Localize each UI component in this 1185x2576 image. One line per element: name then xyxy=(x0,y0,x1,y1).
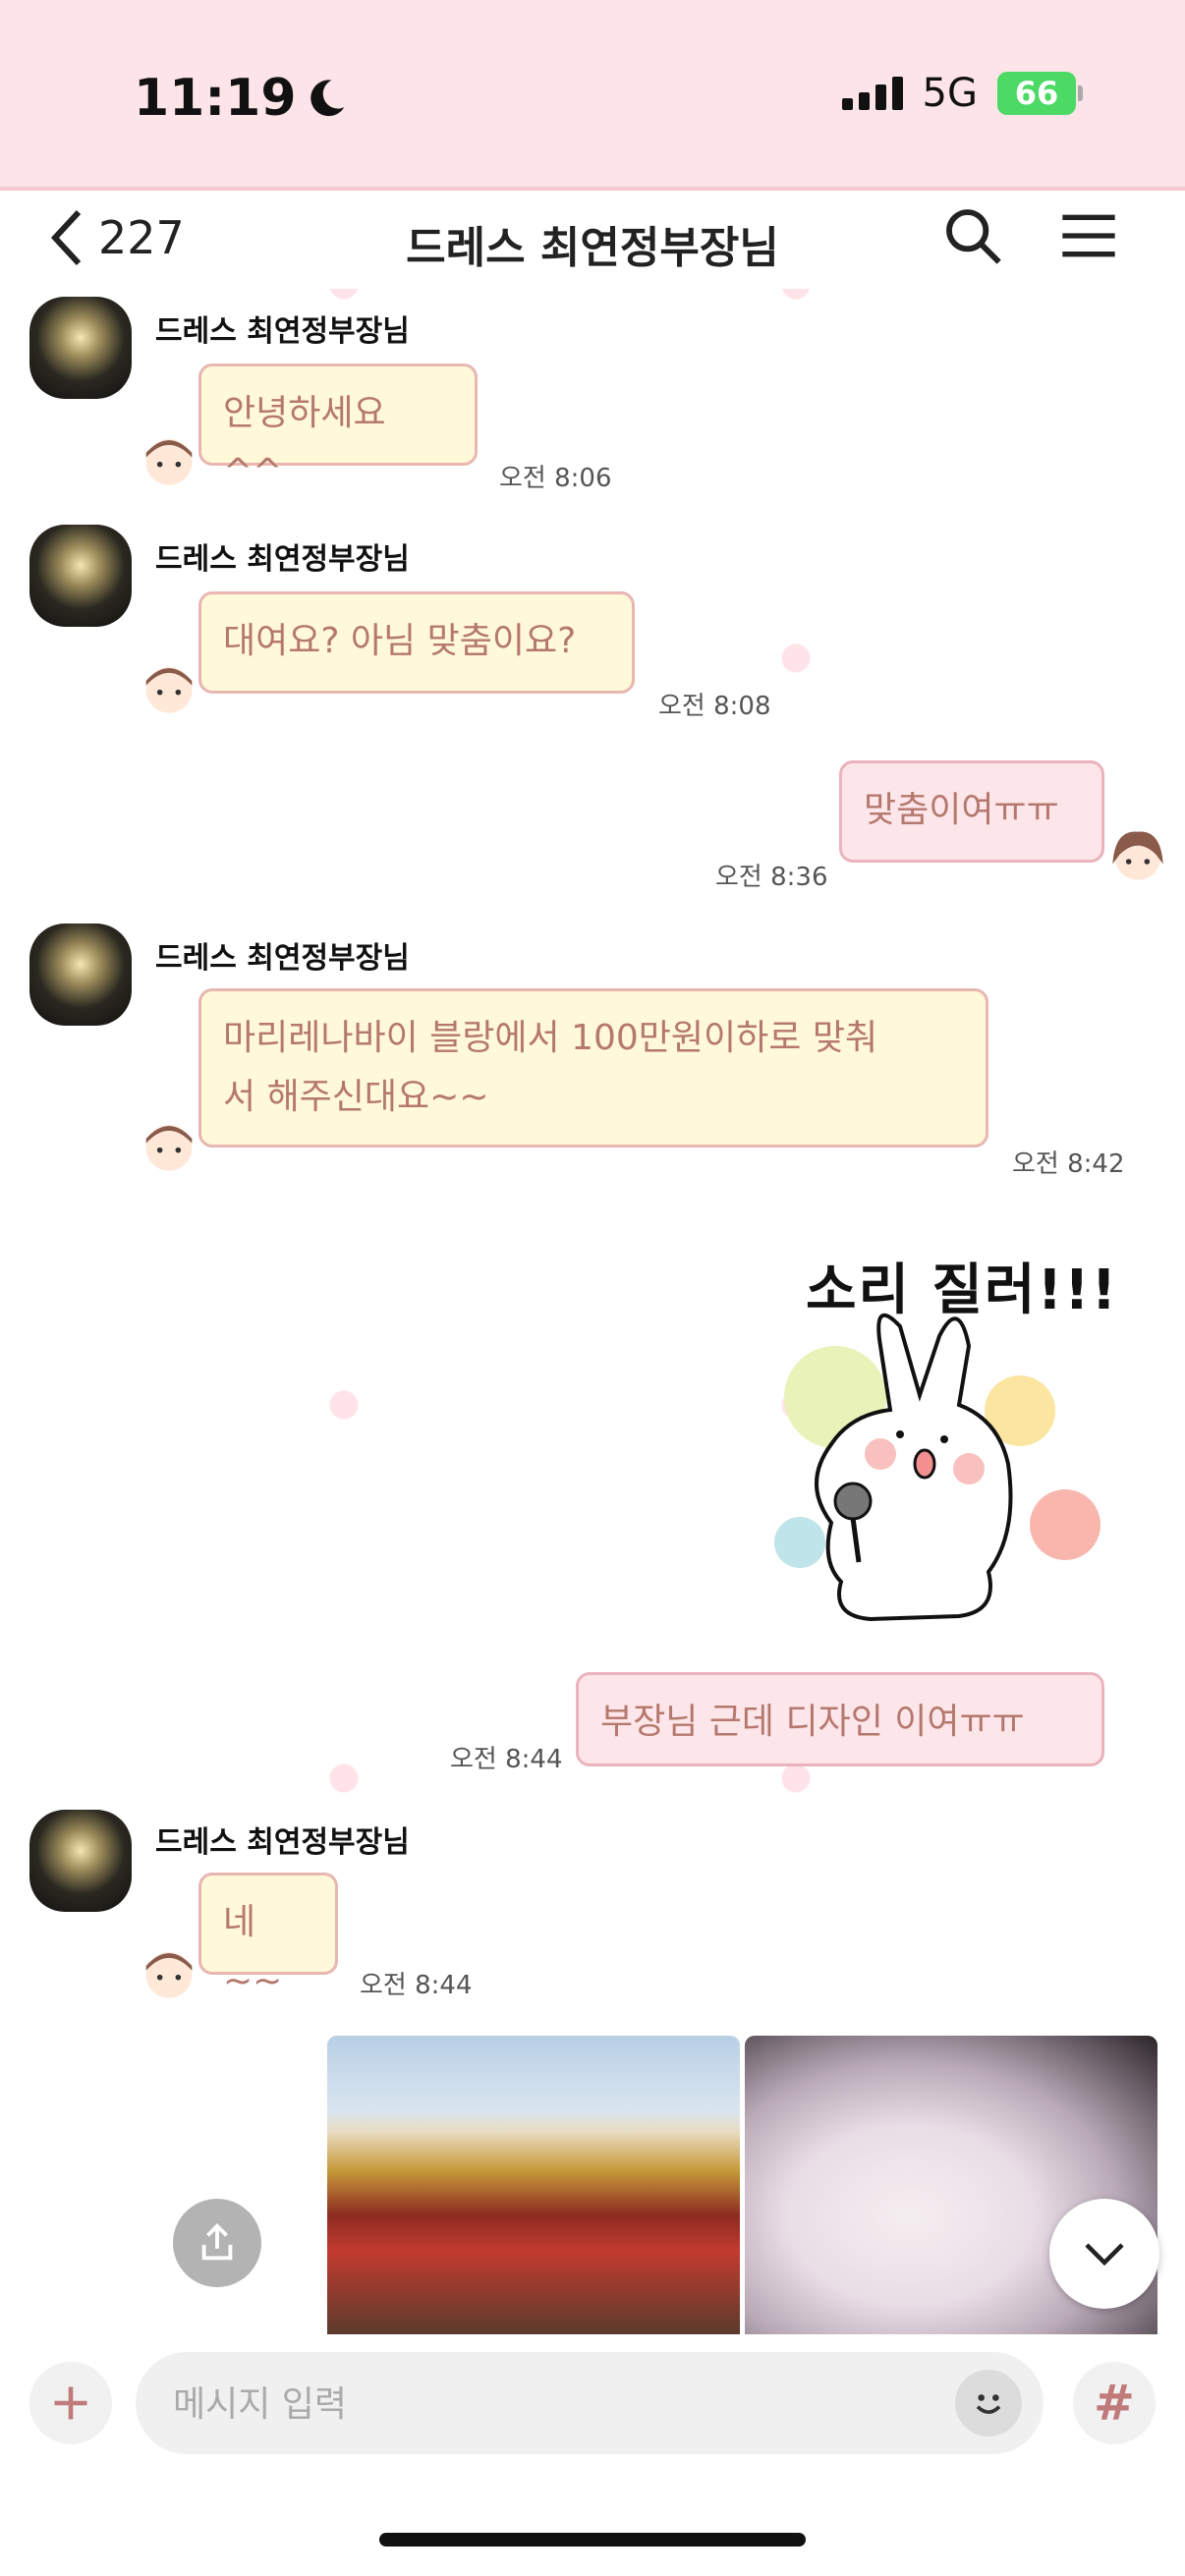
boy-emoticon-icon xyxy=(145,1952,193,1998)
scroll-down-button[interactable] xyxy=(1049,2199,1159,2309)
status-indicators: 5G 66 xyxy=(841,71,1083,116)
message-line: 마리레나바이 블랑에서 100만원이하로 맞춰 xyxy=(223,1018,878,1058)
emoticon-button[interactable] xyxy=(955,2370,1022,2436)
boy-emoticon-icon xyxy=(145,667,193,713)
hashtag-button[interactable]: # xyxy=(1073,2362,1156,2444)
avatar[interactable] xyxy=(29,525,132,627)
plus-icon xyxy=(54,2386,87,2420)
battery-level: 66 xyxy=(997,72,1076,115)
smile-icon xyxy=(976,2394,1001,2414)
boy-emoticon-icon xyxy=(145,439,193,485)
message-time: 오전 8:06 xyxy=(499,464,612,493)
message-bubble[interactable]: 안녕하세요 ^^ xyxy=(198,364,478,492)
message-bubble[interactable]: 네~~ xyxy=(198,1873,338,2001)
chat-header: 227 드레스 최연정부장님 xyxy=(0,187,1185,289)
home-indicator xyxy=(379,2533,806,2547)
sender-name: 드레스 최연정부장님 xyxy=(155,314,410,349)
avatar[interactable] xyxy=(29,924,132,1026)
status-time-text: 11:19 xyxy=(134,69,297,128)
message-line: 서 해주신대요~~ xyxy=(223,1077,489,1117)
status-time: 11:19 xyxy=(134,69,348,128)
sender-name: 드레스 최연정부장님 xyxy=(155,941,410,976)
network-label: 5G xyxy=(922,71,978,116)
boy-emoticon-icon xyxy=(145,1125,193,1171)
search-icon[interactable] xyxy=(941,204,1004,267)
rabbit-sticker-icon[interactable] xyxy=(762,1238,1126,1651)
message-time: 오전 8:44 xyxy=(360,1971,473,2000)
chat-title: 드레스 최연정부장님 xyxy=(406,223,779,273)
sender-name: 드레스 최연정부장님 xyxy=(155,1825,410,1860)
chevron-down-icon xyxy=(1085,2243,1124,2267)
share-button[interactable] xyxy=(173,2199,261,2287)
girl-emoticon-icon xyxy=(1112,831,1163,880)
attach-button[interactable] xyxy=(29,2362,112,2444)
share-icon xyxy=(201,2223,233,2261)
message-time: 오전 8:08 xyxy=(658,692,771,721)
message-bubble[interactable]: 대여요? 아님 맞춤이요? xyxy=(198,591,635,694)
moon-icon xyxy=(310,80,344,117)
message-bubble[interactable]: 마리레나바이 블랑에서 100만원이하로 맞춰 서 해주신대요~~ xyxy=(198,988,988,1148)
avatar[interactable] xyxy=(29,1810,132,1912)
signal-icon xyxy=(841,77,903,110)
message-time: 오전 8:42 xyxy=(1012,1149,1125,1179)
menu-icon[interactable] xyxy=(1057,204,1120,267)
message-time: 오전 8:44 xyxy=(450,1745,563,1774)
sender-name: 드레스 최연정부장님 xyxy=(155,542,410,577)
my-message-bubble[interactable]: 맞춤이여ㅠㅠ xyxy=(839,760,1104,863)
message-input-wrapper xyxy=(136,2352,1044,2456)
avatar[interactable] xyxy=(29,297,132,399)
message-time: 오전 8:36 xyxy=(715,863,828,892)
status-bar: 11:19 5G 66 xyxy=(0,0,1185,211)
my-message-bubble[interactable]: 부장님 근데 디자인 이여ㅠㅠ xyxy=(576,1672,1104,1766)
carousel-photo[interactable] xyxy=(327,2036,740,2335)
battery-icon: 66 xyxy=(997,72,1083,115)
message-input[interactable] xyxy=(171,2352,941,2456)
